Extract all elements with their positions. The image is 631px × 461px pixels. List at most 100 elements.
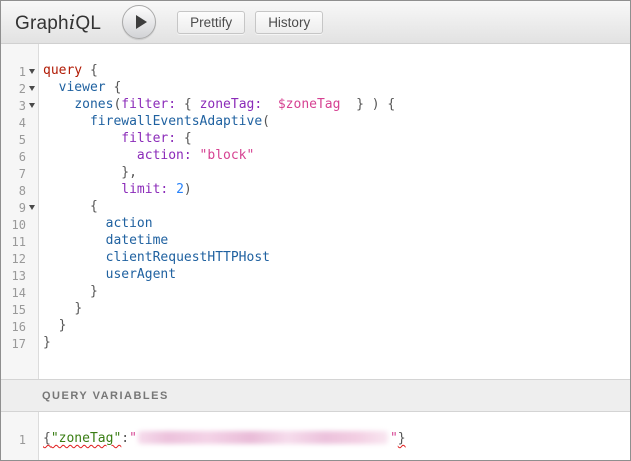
line-number: 10 [1,216,38,233]
fold-marker-empty [26,114,37,131]
token-ws [192,148,200,163]
token-prop: action [106,216,153,231]
line-number-label: 6 [5,150,26,164]
token-punc: { [176,97,199,112]
variables-line[interactable]: {"zoneTag":""} [39,431,630,448]
token-ws [43,233,106,248]
prettify-button[interactable]: Prettify [177,11,245,34]
token-str: "block" [200,148,255,163]
chevron-down-icon [29,86,35,91]
token-attr: filter: [121,97,176,112]
token-prop: zones [74,97,113,112]
line-number: 2 [1,80,38,97]
fold-marker-empty [26,318,37,335]
variables-editor: 1 {"zoneTag":""} [1,412,630,460]
token-punc: ( [262,114,270,129]
token-punc: : [121,431,129,446]
fold-marker-empty [26,233,37,250]
token-prop: datetime [106,233,169,248]
variables-code-area[interactable]: {"zoneTag":""} [39,412,630,460]
code-line[interactable]: limit: 2) [39,182,630,199]
line-number: 1 [1,63,38,80]
chevron-down-icon [29,69,35,74]
token-ws [43,301,74,316]
execute-button[interactable] [122,5,156,39]
code-line[interactable]: action [39,216,630,233]
line-number-label: 5 [5,133,26,147]
token-attr: limit: [121,182,168,197]
token-prop: viewer [59,80,106,95]
token-ws [168,182,176,197]
query-code-area[interactable]: query { viewer { zones(filter: { zoneTag… [39,44,630,379]
code-line[interactable]: { [39,199,630,216]
code-line[interactable]: filter: { [39,131,630,148]
code-line[interactable]: } [39,284,630,301]
token-ws [43,165,121,180]
code-line[interactable]: clientRequestHTTPHost [39,250,630,267]
fold-marker-empty [26,301,37,318]
token-punc: { [106,80,122,95]
line-number-label: 10 [5,218,26,232]
token-ws [43,199,90,214]
play-icon [136,15,147,29]
fold-marker-icon[interactable] [26,80,37,97]
history-button[interactable]: History [255,11,323,34]
app-title: GraphiQL [15,10,101,35]
fold-marker-empty [26,148,37,165]
code-line[interactable]: }, [39,165,630,182]
token-str: " [129,431,137,446]
graphiql-app: GraphiQL Prettify History 12345678910111… [0,0,631,461]
chevron-down-icon [29,205,35,210]
chevron-down-icon [29,103,35,108]
token-punc: } [74,301,82,316]
token-punc: }, [121,165,137,180]
code-line[interactable]: userAgent [39,267,630,284]
code-line[interactable]: firewallEventsAdaptive( [39,114,630,131]
token-ws [43,131,121,146]
code-line[interactable]: query { [39,63,630,80]
fold-marker-icon[interactable] [26,97,37,114]
token-ws [43,267,106,282]
code-line[interactable]: } [39,301,630,318]
code-line[interactable]: } [39,318,630,335]
code-line[interactable]: viewer { [39,80,630,97]
code-line[interactable]: } [39,335,630,352]
token-str: " [390,431,398,446]
token-num: 2 [176,182,184,197]
token-prop: userAgent [106,267,176,282]
token-ws [43,318,59,333]
line-number-label: 8 [5,184,26,198]
token-attr: action: [137,148,192,163]
line-number: 4 [1,114,38,131]
line-number-label: 17 [5,337,26,351]
token-prop: firewallEventsAdaptive [90,114,262,129]
token-punc: } [398,431,406,446]
line-number: 13 [1,267,38,284]
fold-marker-icon[interactable] [26,63,37,80]
app-title-pre: Graph [15,13,69,34]
query-variables-header[interactable]: QUERY VARIABLES [1,379,630,412]
line-number-label: 15 [5,303,26,317]
token-ws [43,216,106,231]
line-number-label: 1 [5,65,26,79]
line-number-label: 2 [5,82,26,96]
code-line[interactable]: action: "block" [39,148,630,165]
token-punc: { [43,431,51,446]
token-key: "zoneTag" [51,431,121,446]
token-var: $zoneTag [278,97,341,112]
fold-marker-icon[interactable] [26,199,37,216]
line-number-label: 16 [5,320,26,334]
line-number-label: 9 [5,201,26,215]
token-punc: { [82,63,98,78]
redacted-zone-tag-value [138,431,388,444]
token-kw: query [43,63,82,78]
line-number: 9 [1,199,38,216]
line-number: 14 [1,284,38,301]
fold-marker-empty [26,182,37,199]
token-ws [340,97,356,112]
code-line[interactable]: zones(filter: { zoneTag: $zoneTag } ) { [39,97,630,114]
token-ws [43,250,106,265]
line-number-gutter: 1234567891011121314151617 [1,44,39,379]
toolbar: GraphiQL Prettify History [1,1,630,44]
code-line[interactable]: datetime [39,233,630,250]
